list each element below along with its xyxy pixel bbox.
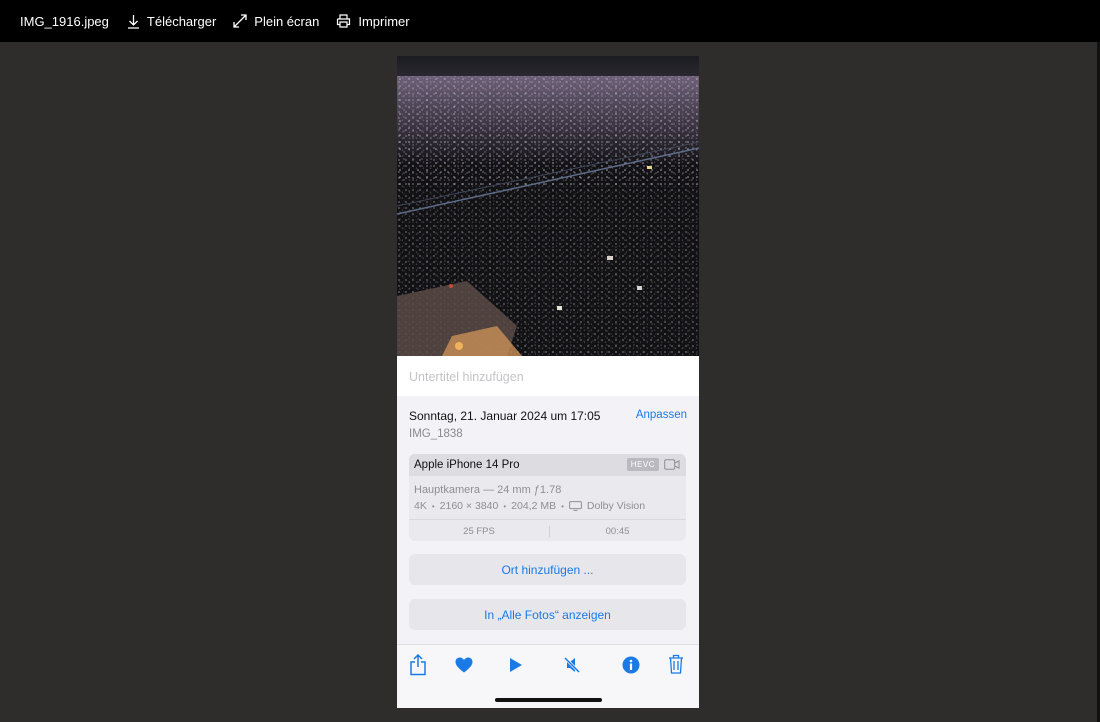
format-badge: HEVC (626, 458, 659, 471)
video-meta-footer: 25 FPS 00:45 (409, 519, 686, 541)
resolution: 4K (414, 500, 427, 512)
file-size: 204,2 MB (511, 500, 557, 512)
caption-field[interactable]: Untertitel hinzufügen (397, 356, 699, 396)
video-camera-icon (664, 459, 680, 470)
play-icon[interactable] (509, 657, 523, 673)
caption-placeholder: Untertitel hinzufügen (409, 370, 524, 384)
print-icon (337, 14, 351, 28)
frame-rate: 25 FPS (463, 526, 495, 537)
dimensions: 2160 × 3840 (439, 500, 499, 512)
info-icon[interactable] (622, 656, 640, 674)
add-location-button[interactable]: Ort hinzufügen ... (409, 554, 686, 585)
home-indicator (495, 698, 602, 702)
crowd-photo (397, 56, 699, 356)
file-name: IMG_1916.jpeg (20, 13, 109, 29)
photo-action-bar (397, 645, 699, 708)
print-button[interactable]: Imprimer (336, 13, 410, 29)
duration: 00:45 (605, 526, 630, 537)
trash-icon[interactable] (668, 654, 684, 674)
mute-icon[interactable] (563, 656, 581, 674)
download-icon (127, 14, 139, 29)
capture-date: Sonntag, 21. Januar 2024 um 17:05 (409, 409, 601, 423)
favorite-heart-icon[interactable] (455, 657, 473, 673)
hdr-format: Dolby Vision (586, 500, 646, 512)
download-button[interactable]: Télécharger (127, 14, 216, 29)
file-id: IMG_1838 (409, 428, 463, 440)
device-info-card: Apple iPhone 14 Pro HEVC Hauptkamera — 2… (409, 454, 686, 541)
viewer-toolbar: IMG_1916.jpeg Télécharger Plein écran Im… (0, 0, 1100, 42)
display-icon (569, 501, 582, 511)
show-in-all-photos-button[interactable]: In „Alle Fotos“ anzeigen (409, 599, 686, 630)
fullscreen-icon (233, 14, 247, 28)
download-label: Télécharger (146, 13, 217, 29)
video-specs: 4K • 2160 × 3840 • 204,2 MB • Dolby Visi… (414, 500, 646, 512)
device-header: Apple iPhone 14 Pro HEVC (409, 454, 686, 476)
lens-info: Hauptkamera — 24 mm ƒ1.78 (414, 484, 562, 496)
phone-screenshot: Untertitel hinzufügen Sonntag, 21. Janua… (397, 56, 699, 708)
fullscreen-button[interactable]: Plein écran (233, 14, 319, 29)
device-name: Apple iPhone 14 Pro (414, 459, 520, 471)
fullscreen-label: Plein écran (254, 13, 320, 29)
share-icon[interactable] (409, 654, 427, 676)
print-label: Imprimer (358, 13, 410, 29)
adjust-date-button[interactable]: Anpassen (636, 409, 687, 421)
